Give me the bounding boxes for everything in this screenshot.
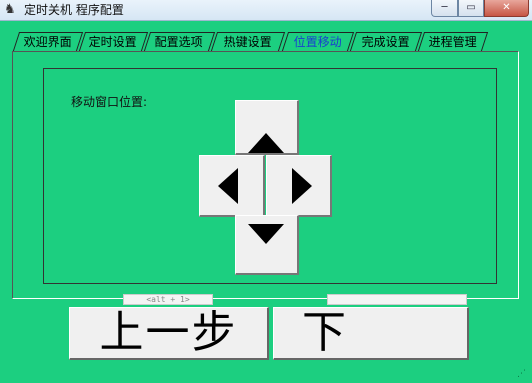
tab-process-manager[interactable]: 进程管理: [417, 32, 489, 51]
move-down-button[interactable]: [235, 215, 299, 275]
close-button[interactable]: ✕: [484, 0, 529, 17]
arrow-up-icon: [248, 133, 284, 153]
arrow-left-icon: [218, 168, 238, 204]
next-hotkey-hint: [327, 294, 467, 305]
move-up-button[interactable]: [235, 100, 299, 155]
move-left-button[interactable]: [199, 155, 265, 217]
minimize-button[interactable]: ─: [431, 0, 458, 17]
tab-hotkey-settings[interactable]: 热键设置: [210, 32, 286, 51]
tab-welcome[interactable]: 欢迎界面: [12, 32, 84, 51]
arrow-right-icon: [292, 168, 312, 204]
app-icon: ♞: [4, 2, 16, 17]
title-bar[interactable]: ♞ 定时关机 程序配置 ─ ▭ ✕: [0, 0, 532, 21]
previous-step-button[interactable]: 上一步: [69, 307, 269, 360]
arrow-down-icon: [248, 224, 284, 244]
maximize-button[interactable]: ▭: [458, 0, 484, 17]
move-window-label: 移动窗口位置:: [71, 95, 148, 109]
window-title: 定时关机 程序配置: [24, 3, 124, 17]
resize-grip-icon[interactable]: ⋰: [517, 368, 529, 380]
tab-timer-settings[interactable]: 定时设置: [78, 32, 149, 51]
move-right-button[interactable]: [266, 155, 332, 217]
tab-finish-settings[interactable]: 完成设置: [349, 32, 423, 51]
next-step-button[interactable]: 下: [273, 307, 469, 360]
tab-position-move[interactable]: 位置移动: [281, 32, 355, 51]
tab-config-options[interactable]: 配置选项: [143, 32, 216, 51]
prev-hotkey-hint: <alt + 1>: [123, 294, 213, 305]
